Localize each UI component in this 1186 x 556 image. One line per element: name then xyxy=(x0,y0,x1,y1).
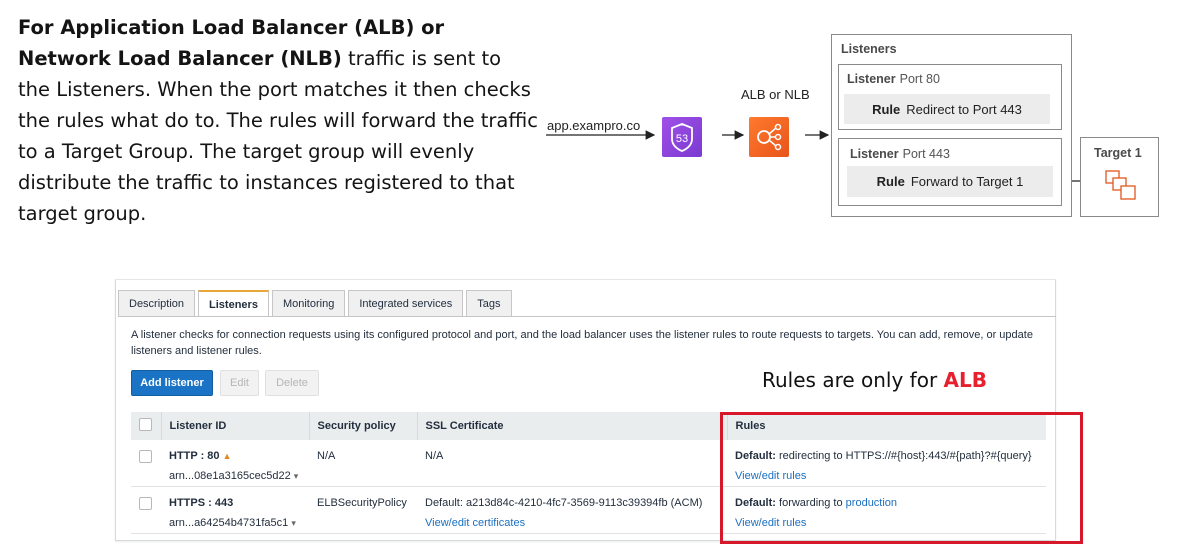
listener-id: HTTPS : 443 xyxy=(169,497,234,509)
target-title: Target 1 xyxy=(1094,146,1142,160)
source-label: app.exampro.co xyxy=(547,118,641,133)
listener-port-443-title: Listener Port 443 xyxy=(850,147,950,161)
ssl-certificate: Default: a213d84c-4210-4fc7-3569-9113c39… xyxy=(425,497,703,509)
target-group-icon xyxy=(1104,169,1138,206)
listener-port-80-rule: Rule Redirect to Port 443 xyxy=(844,94,1050,124)
tab-divider xyxy=(118,316,1056,317)
listeners-description: A listener checks for connection request… xyxy=(131,329,1033,357)
lb-label: ALB or NLB xyxy=(741,87,810,102)
warning-icon: ▲ xyxy=(222,451,232,461)
rules-highlight-box xyxy=(720,412,1083,544)
tab-integrated-services[interactable]: Integrated services xyxy=(348,290,464,316)
listeners-title: Listeners xyxy=(841,42,897,56)
chevron-down-icon[interactable]: ▾ xyxy=(291,518,296,528)
edit-button[interactable]: Edit xyxy=(220,370,259,396)
route53-icon: 53 xyxy=(662,117,702,157)
listener-arn: arn...08e1a3165cec5d22 xyxy=(169,470,291,482)
ssl-certificate: N/A xyxy=(417,440,727,487)
tab-tags[interactable]: Tags xyxy=(466,290,512,316)
col-security-policy[interactable]: Security policy xyxy=(309,412,418,440)
panel-top-border xyxy=(115,279,1056,280)
listener-port-443-rule: Rule Forward to Target 1 xyxy=(847,166,1053,197)
row-checkbox[interactable] xyxy=(139,450,152,463)
rules-annotation: Rules are only for ALB xyxy=(762,368,988,392)
security-policy: N/A xyxy=(309,440,417,487)
tab-monitoring[interactable]: Monitoring xyxy=(271,290,346,316)
listener-id: HTTP : 80 xyxy=(169,450,220,462)
svg-text:53: 53 xyxy=(676,133,688,145)
view-edit-certificates-link[interactable]: View/edit certificates xyxy=(425,517,525,529)
col-ssl-certificate[interactable]: SSL Certificate xyxy=(417,412,728,440)
tab-description[interactable]: Description xyxy=(118,290,196,316)
col-listener-id[interactable]: Listener ID xyxy=(161,412,310,440)
security-policy: ELBSecurityPolicy xyxy=(309,486,417,534)
add-listener-button[interactable]: Add listener xyxy=(131,370,213,396)
row-checkbox[interactable] xyxy=(139,497,152,510)
select-all-cell[interactable] xyxy=(131,412,162,440)
tab-bar: Description Listeners Monitoring Integra… xyxy=(118,290,515,317)
load-balancer-icon xyxy=(749,117,789,157)
delete-button[interactable]: Delete xyxy=(265,370,319,396)
select-all-checkbox[interactable] xyxy=(139,418,152,431)
architecture-diagram: app.exampro.co 53 ALB or NLB Listeners L… xyxy=(0,0,1186,240)
chevron-down-icon[interactable]: ▾ xyxy=(294,471,299,481)
listener-arn: arn...a64254b4731fa5c1 xyxy=(169,517,289,529)
tab-listeners[interactable]: Listeners xyxy=(198,290,269,317)
listener-port-80-title: Listener Port 80 xyxy=(847,72,940,86)
